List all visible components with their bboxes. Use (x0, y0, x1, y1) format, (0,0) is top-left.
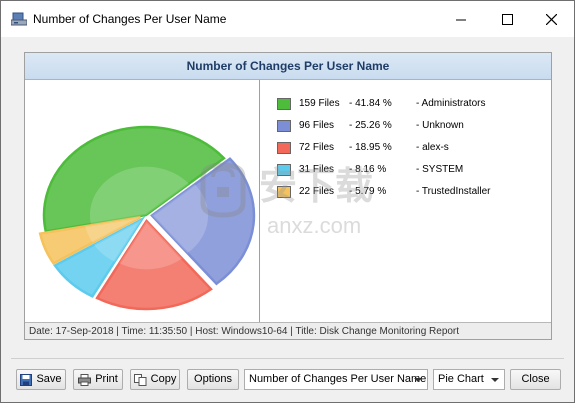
watermark-text: 安下载 (259, 164, 374, 208)
legend-percent: - 25.26 % (349, 120, 392, 131)
window-title: Number of Changes Per User Name (33, 12, 227, 26)
minimize-button[interactable] (438, 1, 484, 37)
chevron-down-icon (414, 378, 422, 382)
legend-files: 159 Files (299, 98, 340, 109)
legend-swatch (277, 120, 291, 132)
close-button[interactable]: Close (510, 369, 561, 390)
maximize-button[interactable] (484, 1, 530, 37)
close-icon (545, 13, 557, 25)
close-label: Close (521, 373, 550, 385)
chart-type-value: Pie Chart (438, 373, 484, 385)
report-type-select[interactable]: Number of Changes Per User Name (244, 369, 428, 390)
maximize-icon (501, 13, 513, 25)
disk-monitor-icon (11, 12, 27, 26)
watermark-logo: 安下载 anxz.com (189, 151, 399, 251)
legend-user: - SYSTEM (416, 164, 464, 175)
legend-swatch (277, 98, 291, 110)
print-label: Print (95, 373, 118, 385)
legend-user: - TrustedInstaller (416, 186, 491, 197)
report-window: Number of Changes Per User Name Number o… (0, 0, 575, 403)
shield-bag-icon (200, 162, 246, 218)
copy-label: Copy (150, 373, 177, 385)
save-button[interactable]: Save (16, 369, 66, 390)
minimize-icon (455, 19, 466, 20)
watermark-subtext: anxz.com (267, 213, 362, 238)
legend-files: 96 Files (299, 120, 335, 131)
floppy-disk-icon (20, 373, 33, 386)
close-window-button[interactable] (528, 1, 574, 37)
legend-user: - alex-s (416, 142, 449, 153)
chevron-down-icon (491, 378, 499, 382)
report-type-value: Number of Changes Per User Name (249, 373, 427, 385)
options-button[interactable]: Options (187, 369, 239, 390)
title-bar[interactable]: Number of Changes Per User Name (1, 1, 574, 37)
copy-button[interactable]: Copy (130, 369, 180, 390)
report-footer: Date: 17-Sep-2018 | Time: 11:35:50 | Hos… (25, 322, 551, 339)
options-label: Options (194, 373, 232, 385)
button-separator (11, 358, 564, 359)
copy-icon (133, 373, 147, 386)
legend-user: - Unknown (416, 120, 464, 131)
legend-percent: - 41.84 % (349, 98, 392, 109)
legend-user: - Administrators (416, 98, 486, 109)
save-label: Save (36, 373, 62, 385)
printer-icon (78, 373, 92, 386)
chart-type-select[interactable]: Pie Chart (433, 369, 505, 390)
print-button[interactable]: Print (73, 369, 123, 390)
report-header: Number of Changes Per User Name (25, 53, 551, 80)
